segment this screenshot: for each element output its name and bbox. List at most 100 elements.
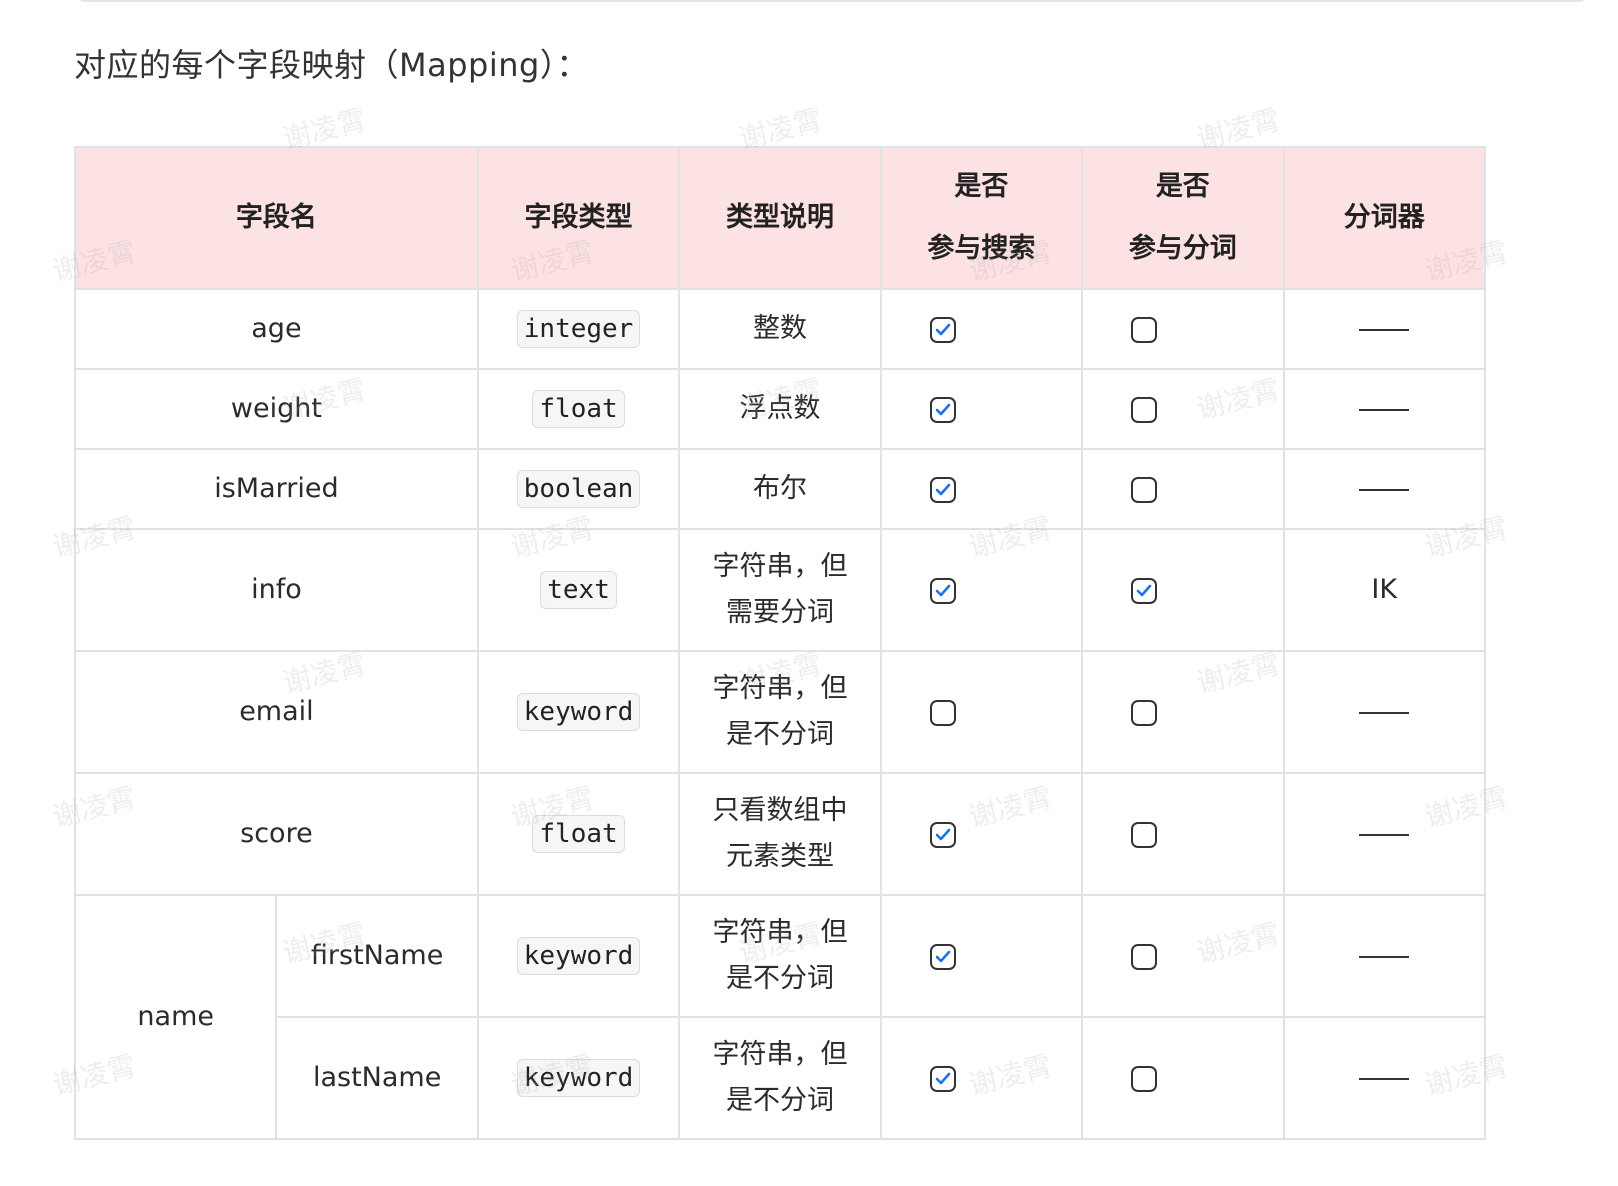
table-row: age integer 整数 — [74, 288, 1487, 370]
tokenize-checkbox[interactable] — [1131, 316, 1158, 343]
dash-placeholder — [1359, 1077, 1410, 1080]
field-type-cell: float — [476, 772, 681, 896]
parent-field-name: name — [73, 894, 278, 1140]
header-in-search: 是否 参与搜索 — [879, 146, 1084, 290]
table-row: name firstName keyword 字符串，但 是不分词 — [73, 894, 1487, 1140]
type-desc-line2: 是不分词 — [725, 1085, 834, 1116]
mapping-table: 字段名 字段类型 类型说明 是否 参与搜索 是否 参与分词 分词器 age in… — [73, 146, 1487, 1140]
search-checkbox-checked[interactable] — [929, 1065, 956, 1092]
tokenize-cell — [1081, 772, 1285, 896]
search-checkbox-checked[interactable] — [929, 821, 956, 848]
type-desc-line2: 需要分词 — [725, 597, 834, 628]
sub-field-name: firstName — [275, 894, 479, 1018]
tokenize-cell — [1081, 1016, 1285, 1140]
tokenize-checkbox[interactable] — [1131, 943, 1158, 970]
header-analyzer: 分词器 — [1282, 146, 1487, 290]
field-type-code: float — [532, 390, 625, 428]
tokenize-cell — [1081, 894, 1285, 1018]
type-desc-line1: 只看数组中 — [712, 795, 848, 826]
tokenize-checkbox-checked[interactable] — [1131, 577, 1158, 604]
field-name: info — [74, 528, 479, 652]
type-desc-line2: 是不分词 — [725, 963, 834, 994]
header-type-desc: 类型说明 — [678, 146, 882, 290]
check-icon — [935, 403, 950, 415]
analyzer-cell — [1282, 894, 1487, 1018]
dash-placeholder — [1359, 408, 1410, 411]
table-row: isMarried boolean 布尔 — [74, 448, 1487, 530]
type-desc-line1: 布尔 — [752, 473, 807, 504]
field-type-cell: integer — [476, 288, 681, 370]
field-type-cell: keyword — [476, 1016, 681, 1140]
type-desc-line1: 浮点数 — [739, 393, 821, 424]
check-icon — [935, 1072, 950, 1084]
type-desc-line1: 字符串，但 — [712, 1039, 848, 1070]
tokenize-cell — [1081, 448, 1285, 530]
search-cell — [879, 1016, 1084, 1140]
type-desc-line2: 元素类型 — [725, 841, 834, 872]
field-type-code: keyword — [516, 1059, 641, 1097]
search-cell — [879, 448, 1084, 530]
check-icon — [1136, 584, 1152, 596]
field-type-code: keyword — [516, 937, 641, 975]
type-desc-line1: 字符串，但 — [712, 917, 848, 948]
search-checkbox[interactable] — [929, 699, 956, 726]
tokenize-checkbox[interactable] — [1131, 396, 1158, 423]
field-type-cell: float — [476, 368, 681, 450]
type-desc: 浮点数 — [678, 368, 882, 450]
analyzer-cell — [1282, 368, 1487, 450]
tokenize-cell — [1081, 528, 1285, 652]
dash-placeholder — [1359, 328, 1410, 331]
search-checkbox-checked[interactable] — [929, 476, 956, 503]
tokenize-cell — [1081, 368, 1285, 450]
type-desc-line1: 字符串，但 — [712, 551, 848, 582]
field-type-cell: keyword — [476, 894, 681, 1018]
field-name: email — [74, 650, 479, 774]
table-row: lastName keyword 字符串，但 是不分词 — [75, 1016, 1487, 1140]
search-checkbox-checked[interactable] — [929, 396, 956, 423]
search-cell — [879, 772, 1084, 896]
header-in-tokenize-line1: 是否 — [1155, 171, 1210, 202]
check-icon — [935, 828, 950, 840]
field-type-cell: text — [476, 528, 681, 652]
search-cell — [879, 368, 1084, 450]
dash-placeholder — [1359, 711, 1410, 714]
previous-block-edge — [76, 0, 1588, 2]
analyzer-cell — [1282, 448, 1487, 530]
header-in-search-line1: 是否 — [954, 171, 1009, 202]
type-desc: 字符串，但 是不分词 — [678, 650, 882, 774]
analyzer-cell: IK — [1282, 528, 1487, 652]
search-cell — [879, 288, 1084, 370]
field-type-code: text — [540, 571, 617, 609]
type-desc-line1: 字符串，但 — [712, 673, 848, 704]
header-field-type: 字段类型 — [476, 146, 681, 290]
search-checkbox-checked[interactable] — [929, 943, 956, 970]
analyzer-cell — [1282, 1016, 1487, 1140]
field-name: isMarried — [74, 448, 479, 530]
tokenize-checkbox[interactable] — [1131, 1065, 1158, 1092]
field-name: score — [74, 772, 479, 896]
header-field-name: 字段名 — [74, 146, 479, 290]
field-type-code: boolean — [516, 470, 641, 508]
table-row: info text 字符串，但 需要分词 IK — [74, 528, 1487, 652]
search-cell — [879, 894, 1084, 1018]
analyzer-cell — [1282, 772, 1487, 896]
field-name: age — [74, 288, 479, 370]
field-type-code: float — [532, 815, 625, 853]
check-icon — [935, 323, 950, 335]
tokenize-checkbox[interactable] — [1131, 821, 1158, 848]
type-desc: 字符串，但 需要分词 — [678, 528, 882, 652]
search-checkbox-checked[interactable] — [929, 577, 956, 604]
analyzer-cell — [1282, 650, 1487, 774]
analyzer-cell — [1282, 288, 1487, 370]
type-desc: 整数 — [678, 288, 882, 370]
dash-placeholder — [1359, 833, 1410, 836]
check-icon — [935, 483, 950, 495]
check-icon — [935, 584, 950, 596]
table-row: score float 只看数组中 元素类型 — [74, 772, 1487, 896]
field-type-code: integer — [516, 310, 641, 348]
tokenize-checkbox[interactable] — [1131, 476, 1158, 503]
field-name: weight — [74, 368, 479, 450]
dash-placeholder — [1359, 955, 1410, 958]
tokenize-checkbox[interactable] — [1131, 699, 1158, 726]
search-checkbox-checked[interactable] — [929, 316, 956, 343]
